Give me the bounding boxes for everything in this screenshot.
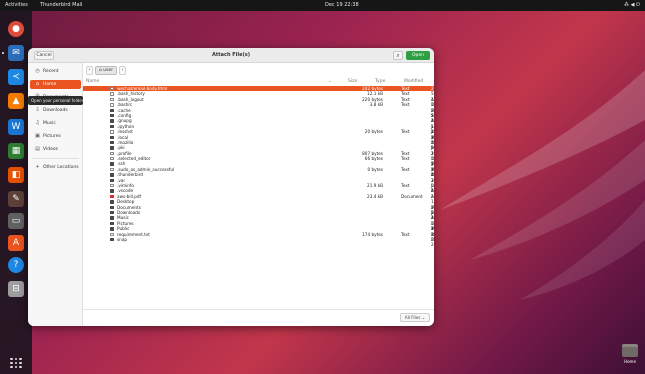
folder-icon	[110, 140, 114, 145]
sidebar-icon: ▤	[35, 146, 40, 152]
calc-icon[interactable]: ▦	[8, 143, 24, 159]
folder-icon	[110, 146, 114, 150]
sidebar-icon: +	[35, 164, 40, 170]
file-row[interactable]: snap	[83, 237, 434, 242]
path-back-arrow-icon[interactable]: ‹	[86, 66, 93, 75]
path-segment-label: user	[103, 68, 114, 73]
wallpaper-swoosh	[440, 70, 645, 300]
folder-icon	[110, 173, 114, 177]
file-type-filter[interactable]: All Files ⌄	[400, 313, 430, 322]
folder-icon	[110, 237, 114, 242]
folder-icon	[110, 227, 114, 231]
sidebar-item-recent[interactable]: ◷ Recent	[30, 67, 81, 76]
folder-icon	[110, 119, 114, 123]
sidebar-icon: ⇩	[35, 107, 40, 113]
impress-icon[interactable]: ◧	[8, 167, 24, 183]
footer-divider	[83, 309, 434, 310]
text-file-icon	[110, 103, 114, 107]
activities-button[interactable]: Activities	[5, 0, 28, 11]
desktop-home-label: Home	[624, 359, 636, 364]
text-file-icon	[110, 97, 114, 102]
folder-icon	[110, 221, 114, 226]
sidebar-icon: ⌂	[35, 81, 40, 87]
path-segment-user[interactable]: ⌂ user	[95, 66, 117, 75]
pdf-file-icon	[110, 194, 114, 199]
system-tray[interactable]: ⁂ ◀ ⏻	[624, 0, 640, 11]
sidebar-item-label: Pictures	[43, 134, 61, 139]
writer-icon[interactable]: W	[8, 119, 24, 135]
folder-icon	[110, 178, 114, 183]
text-file-icon	[110, 232, 114, 236]
sidebar-item-downloads[interactable]: ⇩ Downloads	[30, 106, 81, 115]
search-icon[interactable]: ⌕	[393, 51, 403, 60]
help-icon[interactable]: ?	[8, 257, 24, 273]
text-file-icon	[110, 157, 114, 161]
home-tooltip: Open your personal folder	[28, 96, 83, 105]
text-file-icon	[110, 87, 114, 91]
sidebar-item-label: Downloads	[43, 108, 68, 113]
text-file-icon	[110, 167, 114, 172]
folder-icon	[622, 344, 638, 357]
chrome-icon[interactable]: ●	[8, 21, 24, 37]
dialog-title: Attach File(s)	[211, 52, 251, 58]
sidebar-item-label: Recent	[43, 69, 59, 74]
sidebar-divider	[32, 158, 79, 159]
file-name: snap	[117, 236, 128, 242]
text-file-icon	[110, 130, 114, 134]
show-apps-icon[interactable]	[9, 356, 23, 370]
text-file-icon	[110, 92, 114, 96]
attach-file-dialog: Cancel Attach File(s) ⌕ Open ◷ Recent ⌂ Hom…	[28, 48, 434, 326]
drive-icon[interactable]: ▭	[8, 213, 24, 229]
thunderbird-icon[interactable]: ✉	[8, 45, 24, 61]
dialog-header: Cancel Attach File(s) ⌕ Open	[28, 48, 434, 63]
sidebar-item-other-locations[interactable]: + Other Locations	[30, 163, 81, 172]
folder-icon	[110, 108, 114, 112]
sort-indicator-icon: ⌄	[328, 79, 332, 84]
folder-icon	[110, 205, 114, 209]
vscode-icon[interactable]: ≺	[8, 69, 24, 85]
desktop-home-folder[interactable]: Home	[620, 344, 640, 372]
folder-icon	[110, 189, 114, 193]
sidebar-item-label: Videos	[43, 147, 58, 152]
top-bar: Activities Thunderbird Mail Dec 19 22:38…	[0, 0, 645, 11]
software-icon[interactable]: A	[8, 235, 24, 251]
sidebar-item-music[interactable]: ♫ Music	[30, 119, 81, 128]
folder-icon	[110, 124, 114, 129]
sidebar-item-pictures[interactable]: ▣ Pictures	[30, 132, 81, 141]
sidebar-item-label: Music	[43, 121, 56, 126]
column-name[interactable]: Name	[86, 79, 99, 86]
sidebar-icon: ♫	[35, 120, 40, 126]
running-indicator	[2, 52, 4, 54]
sidebar-item-label: Other Locations	[43, 165, 79, 170]
folder-icon	[110, 200, 114, 204]
column-modified[interactable]: Modified	[404, 79, 423, 86]
column-size[interactable]: Size	[348, 79, 357, 86]
open-button[interactable]: Open	[406, 51, 430, 60]
clock[interactable]: Dec 19 22:38	[325, 0, 359, 11]
column-type[interactable]: Type	[375, 79, 385, 86]
vlc-icon[interactable]: ▲	[8, 93, 24, 109]
text-file-icon	[110, 184, 114, 188]
sidebar-item-home[interactable]: ⌂ Home	[30, 80, 81, 89]
gimp-icon[interactable]: ✎	[8, 191, 24, 207]
folder-icon	[110, 135, 114, 139]
app-menu[interactable]: Thunderbird Mail	[40, 0, 82, 11]
folder-icon	[110, 113, 114, 118]
folder-icon	[110, 216, 114, 220]
text-file-icon	[110, 151, 114, 156]
sidebar-item-label: Home	[43, 82, 57, 87]
sidebar-icon: ▣	[35, 133, 40, 139]
trash-icon[interactable]: ⊟	[8, 281, 24, 297]
folder-icon	[110, 162, 114, 166]
sidebar-icon: ◷	[35, 68, 40, 74]
path-forward-arrow-icon[interactable]: ›	[119, 66, 126, 75]
file-list: wechat/email-body.html242 bytesText22:29…	[83, 86, 434, 247]
folder-icon	[110, 210, 114, 215]
sidebar-item-videos[interactable]: ▤ Videos	[30, 145, 81, 154]
